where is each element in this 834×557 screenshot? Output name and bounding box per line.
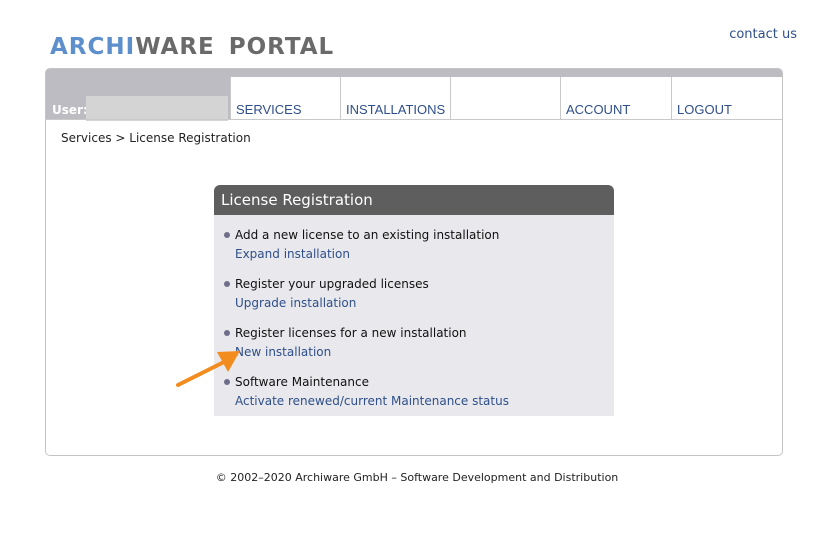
breadcrumb: Services > License Registration xyxy=(61,131,251,145)
list-item-expand: Add a new license to an existing install… xyxy=(214,228,614,277)
list-item-maintenance: Software Maintenance Activate renewed/cu… xyxy=(214,375,614,416)
nav-logout[interactable]: LOGOUT xyxy=(671,77,782,119)
bullet-icon xyxy=(224,281,230,287)
new-installation-link[interactable]: New installation xyxy=(235,345,331,360)
list-item-new: Register licenses for a new installation… xyxy=(214,326,614,375)
bullet-icon xyxy=(224,330,230,336)
footer-copyright: © 2002–2020 Archiware GmbH – Software De… xyxy=(215,471,619,484)
upgrade-installation-link[interactable]: Upgrade installation xyxy=(235,296,356,311)
main-frame: User: SERVICES INSTALLATIONS ACCOUNT LOG… xyxy=(45,68,783,456)
nav-logout-label: LOGOUT xyxy=(677,102,732,117)
main-nav: SERVICES INSTALLATIONS ACCOUNT LOGOUT xyxy=(230,77,782,119)
logo-portal: PORTAL xyxy=(228,34,335,60)
bullet-icon xyxy=(224,232,230,238)
license-registration-panel: License Registration Add a new license t… xyxy=(214,185,614,416)
panel-title: License Registration xyxy=(214,185,614,215)
page: ARCHIWARE PORTAL contact us User: SERVICE… xyxy=(0,0,834,557)
item-title: Software Maintenance xyxy=(235,375,369,389)
nav-installations[interactable]: INSTALLATIONS xyxy=(340,77,450,119)
logo-ware: WARE xyxy=(135,34,215,60)
nav-divider xyxy=(46,119,782,120)
nav-services[interactable]: SERVICES xyxy=(230,77,340,119)
nav-installations-label: INSTALLATIONS xyxy=(346,102,446,117)
orange-arrow-icon xyxy=(176,351,240,387)
item-title: Add a new license to an existing install… xyxy=(235,228,500,242)
archiware-portal-logo[interactable]: ARCHIWARE PORTAL xyxy=(50,35,334,59)
logo-archi: ARCHI xyxy=(50,34,136,60)
item-title: Register licenses for a new installation xyxy=(235,326,467,340)
nav-empty-slot xyxy=(450,77,560,119)
user-box: User: xyxy=(46,69,230,121)
nav-account[interactable]: ACCOUNT xyxy=(560,77,671,119)
expand-installation-link[interactable]: Expand installation xyxy=(235,247,350,262)
user-label: User: xyxy=(52,103,88,117)
user-field[interactable] xyxy=(86,96,228,121)
nav-account-label: ACCOUNT xyxy=(566,102,631,117)
list-item-upgrade: Register your upgraded licenses Upgrade … xyxy=(214,277,614,326)
item-title: Register your upgraded licenses xyxy=(235,277,429,291)
contact-us-link[interactable]: contact us xyxy=(729,27,797,42)
nav-services-label: SERVICES xyxy=(236,102,302,117)
panel-body: Add a new license to an existing install… xyxy=(214,215,614,416)
activate-maintenance-link[interactable]: Activate renewed/current Maintenance sta… xyxy=(235,394,509,409)
